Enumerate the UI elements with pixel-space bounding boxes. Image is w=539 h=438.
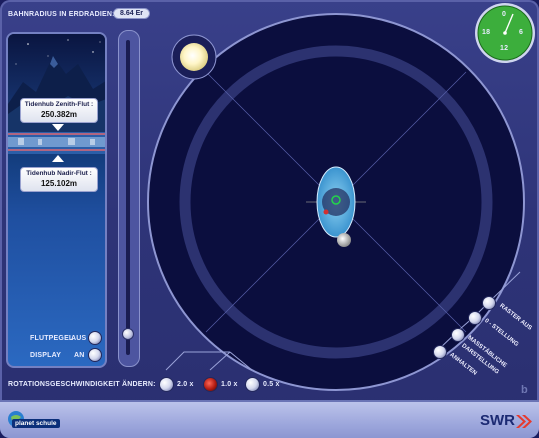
tide-simulation-app: BAHNRADIUS IN ERDRADIEN: 8.64 Er Tidenhu… <box>0 0 539 438</box>
speed-1x-button[interactable] <box>203 377 218 392</box>
logo-text: planet schule <box>12 419 60 428</box>
zero-position-button[interactable] <box>468 311 482 325</box>
orbit-view <box>147 13 525 391</box>
scale-view-button[interactable] <box>451 328 465 342</box>
raster-button[interactable] <box>482 296 496 310</box>
planet-schule-logo[interactable]: planet schule <box>8 410 60 430</box>
rotation-speed-label: ROTATIONSGESCHWINDIGKEIT ÄNDERN: <box>8 381 156 388</box>
clock-label-6: 6 <box>519 29 524 36</box>
speed-05x-label: 0.5 x <box>263 381 280 388</box>
ship-icon <box>323 209 329 215</box>
swr-arrows-icon <box>516 415 532 428</box>
speed-05x-button[interactable] <box>245 377 260 392</box>
corner-mark: b <box>521 384 528 396</box>
clock-label-12: 12 <box>500 45 509 52</box>
clock-label-18: 18 <box>482 29 491 36</box>
clock-label-0: 0 <box>502 11 507 18</box>
speed-2x-label: 2.0 x <box>177 381 194 388</box>
sun-icon <box>180 43 208 71</box>
swr-logo: SWR <box>480 412 515 429</box>
speed-2x-button[interactable] <box>159 377 174 392</box>
stop-button[interactable] <box>433 345 447 359</box>
speed-1x-label: 1.0 x <box>221 381 238 388</box>
footer-bar: planet schule SWR <box>0 400 539 438</box>
moon-icon <box>337 233 351 247</box>
